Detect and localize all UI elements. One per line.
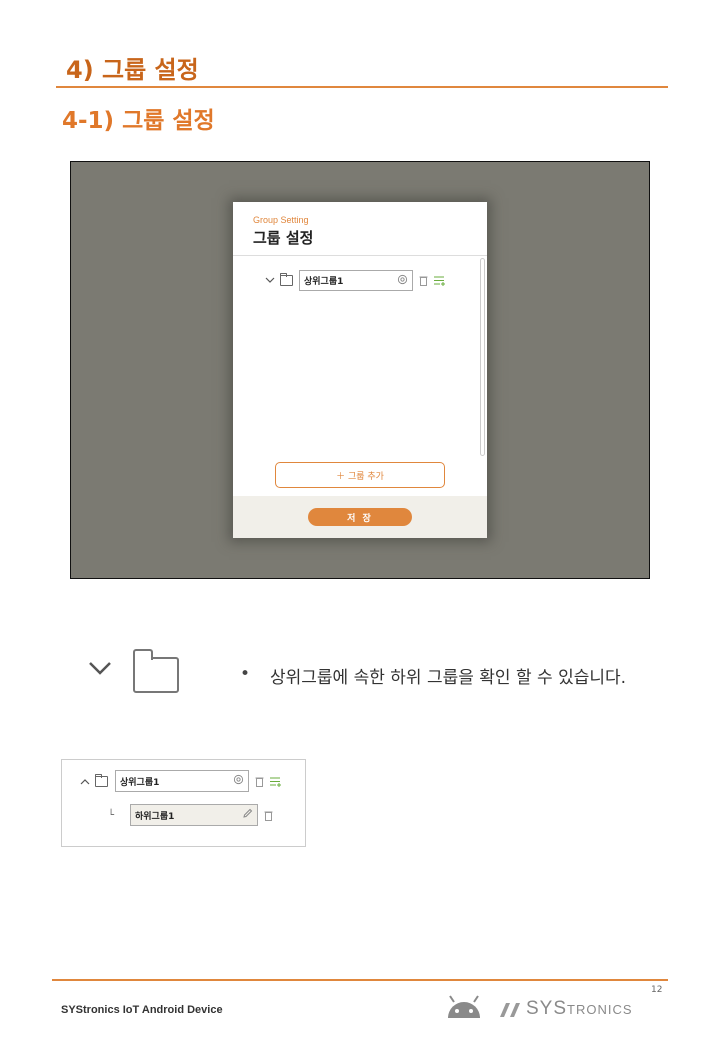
child-group-field[interactable]: 하위그룹1: [130, 804, 258, 826]
child-connector: └: [108, 809, 115, 821]
gear-icon[interactable]: [397, 274, 408, 288]
folder-icon: [133, 649, 179, 693]
screen-title: 그룹 설정: [253, 229, 314, 247]
child-group-name: 하위그룹1: [135, 811, 175, 822]
bullet-marker: •: [240, 664, 251, 684]
logo-text-big: SYS: [526, 998, 568, 1019]
group-setting-screen: Group Setting 그룹 설정 상위그룹1 ＋ 그룹 추가 저 장: [233, 202, 487, 538]
chevron-down-icon[interactable]: [263, 274, 277, 287]
chevron-up-icon[interactable]: [78, 775, 92, 788]
title-divider: [233, 255, 487, 256]
section-title: 4) 그룹 설정: [66, 56, 199, 84]
screenshot-frame: Group Setting 그룹 설정 상위그룹1 ＋ 그룹 추가 저 장: [70, 161, 650, 579]
parent-group-row: 상위그룹1: [78, 770, 282, 792]
description-text: 상위그룹에 속한 하위 그룹을 확인 할 수 있습니다.: [270, 668, 627, 688]
chevron-down-icon: [88, 660, 112, 680]
footer-divider: [52, 979, 668, 981]
systronics-wordmark: SYSTRONICS: [526, 998, 633, 1020]
subsection-title: 4-1) 그룹 설정: [62, 108, 215, 134]
pencil-icon[interactable]: [242, 808, 253, 822]
parent-group-field[interactable]: 상위그룹1: [115, 770, 249, 792]
trash-icon[interactable]: [419, 271, 428, 290]
trash-icon[interactable]: [264, 806, 273, 825]
group-name-field[interactable]: 상위그룹1: [299, 270, 413, 291]
scrollbar[interactable]: [480, 258, 485, 456]
android-icon: [444, 994, 484, 1024]
screen-subtitle: Group Setting: [253, 215, 309, 225]
add-subgroup-icon[interactable]: [270, 772, 282, 791]
save-button[interactable]: 저 장: [308, 508, 412, 526]
group-name: 상위그룹1: [304, 277, 344, 287]
child-group-row: └ 하위그룹1: [108, 804, 273, 826]
add-group-button[interactable]: ＋ 그룹 추가: [275, 462, 445, 488]
document-name: SYStronics IoT Android Device: [61, 1004, 223, 1016]
group-row: 상위그룹1: [263, 270, 446, 291]
folder-icon: [95, 773, 108, 787]
group-tree-example: 상위그룹1 └ 하위그룹1: [61, 759, 306, 847]
logo-text-small: TRONICS: [567, 1002, 633, 1017]
gear-icon[interactable]: [233, 774, 244, 788]
trash-icon[interactable]: [255, 772, 264, 791]
systronics-logo: [498, 1001, 522, 1023]
add-subgroup-icon[interactable]: [434, 271, 446, 290]
folder-icon: [280, 273, 293, 286]
section-divider: [56, 86, 668, 88]
bottom-bar: 저 장: [233, 496, 487, 538]
page-number: 12: [651, 985, 663, 995]
parent-group-name: 상위그룹1: [120, 777, 160, 788]
